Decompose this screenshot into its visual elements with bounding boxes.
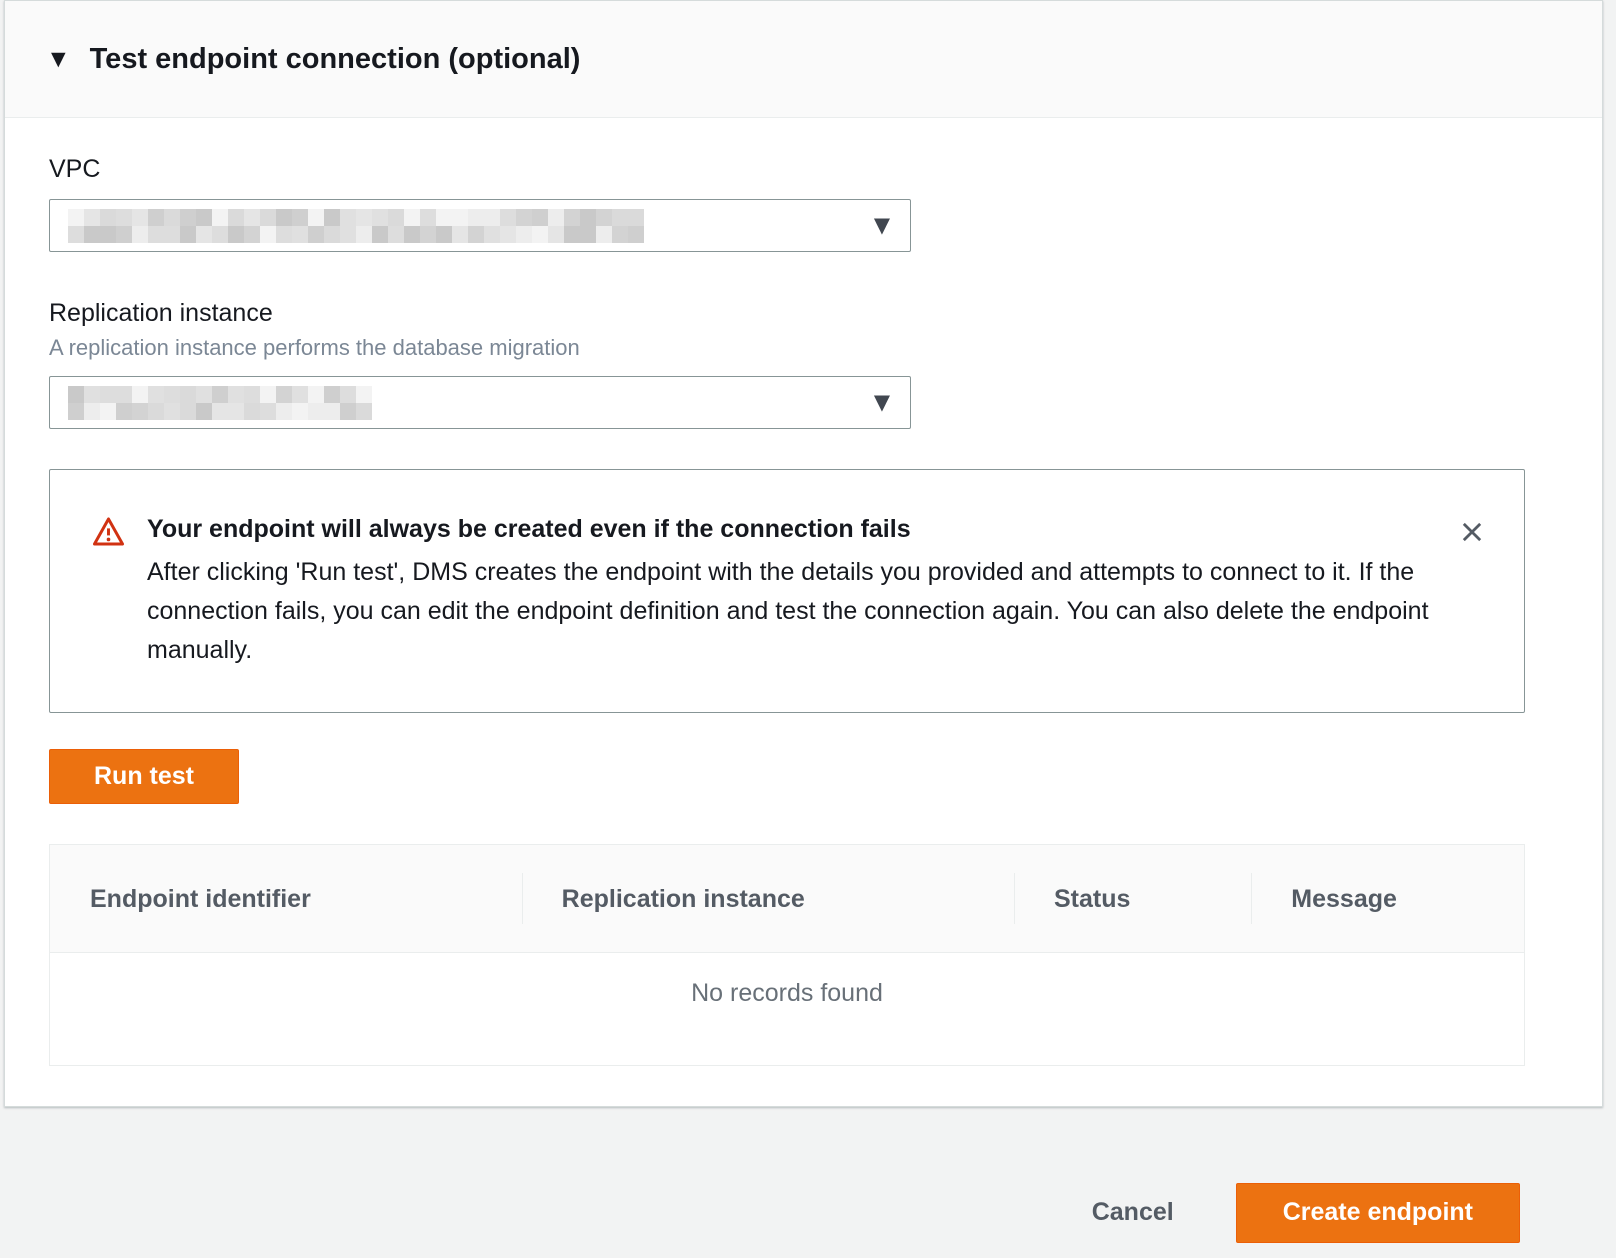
- warning-triangle-icon: [92, 516, 125, 552]
- caret-down-icon: ▼: [874, 215, 890, 236]
- run-test-button[interactable]: Run test: [49, 749, 239, 804]
- replication-instance-label: Replication instance: [49, 298, 1520, 328]
- cancel-button[interactable]: Cancel: [1092, 1198, 1174, 1227]
- create-endpoint-button[interactable]: Create endpoint: [1236, 1183, 1520, 1243]
- connection-warning-alert: Your endpoint will always be created eve…: [49, 469, 1525, 713]
- vpc-label: VPC: [49, 154, 1520, 184]
- caret-down-icon: ▼: [51, 50, 66, 69]
- vpc-field: VPC ▼: [49, 154, 1520, 252]
- test-endpoint-connection-panel: ▼ Test endpoint connection (optional) VP…: [4, 0, 1603, 1107]
- spacer: [49, 252, 1520, 298]
- replication-instance-selected-value-redacted: [68, 386, 380, 420]
- column-header-status: Status: [1014, 845, 1251, 952]
- warning-title: Your endpoint will always be created eve…: [147, 514, 1438, 545]
- column-header-endpoint-identifier: Endpoint identifier: [50, 845, 522, 952]
- replication-instance-description: A replication instance performs the data…: [49, 335, 1520, 361]
- warning-content: Your endpoint will always be created eve…: [147, 514, 1438, 670]
- replication-instance-field: Replication instance A replication insta…: [49, 298, 1520, 429]
- section-title: Test endpoint connection (optional): [90, 43, 581, 76]
- replication-instance-select[interactable]: ▼: [49, 376, 911, 429]
- warning-body: After clicking 'Run test', DMS creates t…: [147, 553, 1438, 669]
- spacer: [49, 429, 1520, 469]
- form-actions-bar: Cancel Create endpoint: [0, 1107, 1616, 1243]
- table-header-row: Endpoint identifier Replication instance…: [50, 845, 1524, 953]
- section-header-test-endpoint-connection[interactable]: ▼ Test endpoint connection (optional): [5, 1, 1602, 118]
- section-body: VPC ▼ Replication instance A replication…: [5, 118, 1602, 1106]
- close-icon[interactable]: [1454, 514, 1490, 550]
- column-header-replication-instance: Replication instance: [522, 845, 1014, 952]
- spacer: [49, 804, 1520, 844]
- vpc-select[interactable]: ▼: [49, 199, 911, 252]
- spacer: [49, 713, 1520, 749]
- column-header-message: Message: [1251, 845, 1524, 952]
- table-empty-state: No records found: [50, 953, 1524, 1065]
- vpc-selected-value-redacted: [68, 209, 644, 243]
- caret-down-icon: ▼: [874, 392, 890, 413]
- test-results-table: Endpoint identifier Replication instance…: [49, 844, 1525, 1066]
